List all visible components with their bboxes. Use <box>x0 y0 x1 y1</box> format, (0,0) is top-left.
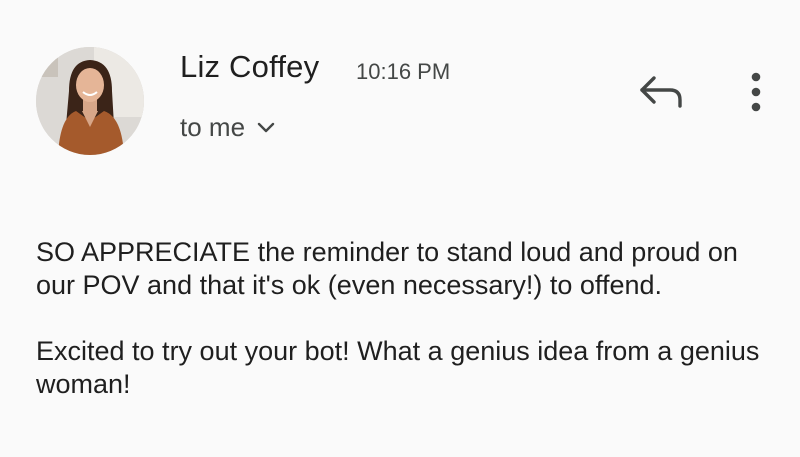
vertical-dots-icon <box>751 72 761 112</box>
more-options-button[interactable] <box>736 68 776 116</box>
reply-arrow-icon <box>640 76 682 108</box>
email-body-paragraph: SO APPRECIATE the reminder to stand loud… <box>36 237 738 300</box>
email-timestamp: 10:16 PM <box>356 59 451 84</box>
sender-avatar[interactable] <box>36 47 144 155</box>
recipient-details-toggle[interactable]: to me <box>180 112 275 143</box>
email-body: SO APPRECIATE the reminder to stand loud… <box>36 236 776 401</box>
email-body-paragraph: Excited to try out your bot! What a geni… <box>36 336 760 399</box>
sender-name: Liz Coffey <box>180 49 320 84</box>
chevron-down-icon <box>257 122 275 132</box>
reply-button[interactable] <box>634 70 690 114</box>
recipient-label: to me <box>180 112 246 142</box>
sender-avatar-photo <box>36 47 144 155</box>
